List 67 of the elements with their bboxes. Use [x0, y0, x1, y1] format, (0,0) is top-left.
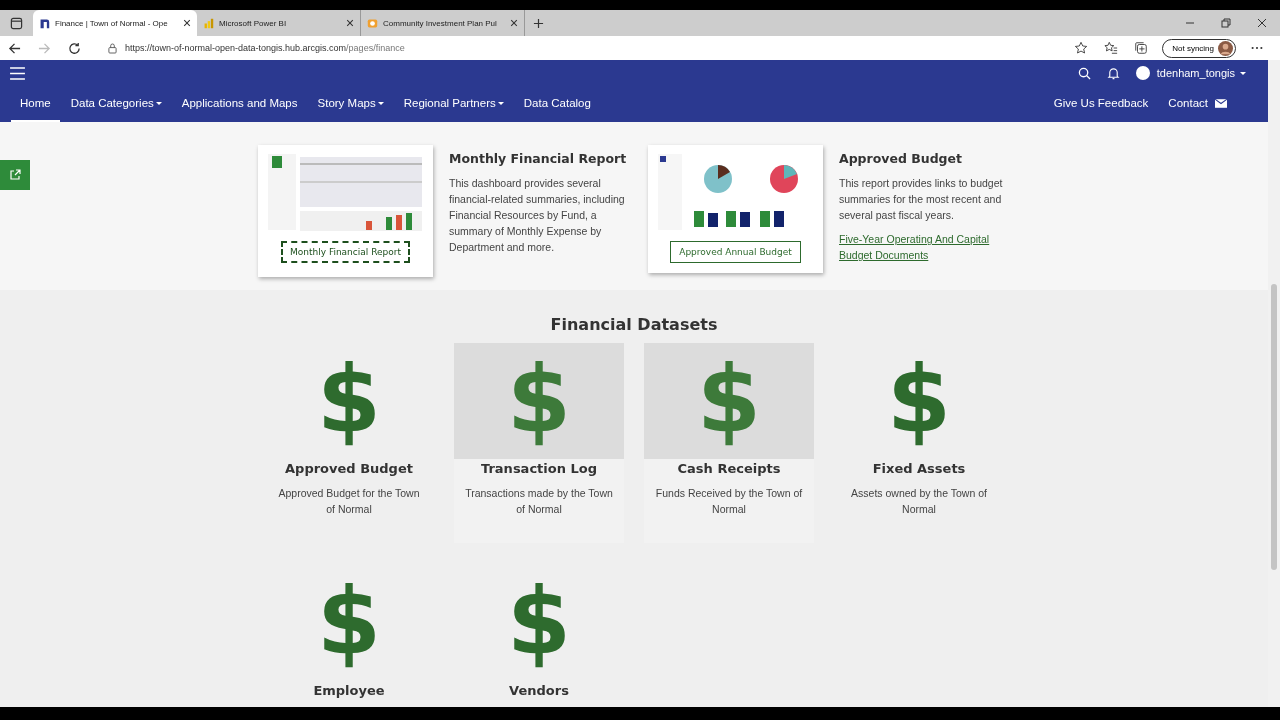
card-description: This report provides links to budget summaries for the most recent and several past fiscal years. — [839, 176, 1004, 223]
browser-tab[interactable]: Finance | Town of Normal - Ope — [33, 10, 197, 36]
dollar-icon: $ — [317, 575, 381, 671]
dataset-title: Cash Receipts — [677, 461, 781, 476]
caret-icon — [497, 101, 504, 105]
menu-icon[interactable] — [10, 66, 25, 80]
bar-chart-icon — [203, 17, 214, 29]
dataset-tile[interactable]: $ Approved Budget Approved Budget for the Town of Normal — [264, 343, 434, 543]
share-icon — [9, 169, 21, 181]
caret-icon — [1240, 71, 1246, 75]
dataset-title: Transaction Log — [481, 461, 597, 476]
nav-link[interactable]: Data Catalog — [514, 86, 600, 122]
dollar-icon: $ — [697, 353, 761, 449]
presentation-icon — [367, 17, 378, 29]
lock-icon — [108, 42, 117, 54]
address-field[interactable]: https://town-of-normal-open-data-tongis.hub.arcgis.com/pages/finance — [98, 37, 1067, 59]
dataset-title: Approved Budget — [285, 461, 413, 476]
nav-link[interactable]: Regional Partners — [394, 86, 513, 122]
share-button[interactable] — [0, 160, 30, 190]
dataset-tile[interactable]: $ Vendors — [454, 565, 624, 698]
caret-icon — [377, 101, 384, 105]
user-menu[interactable]: tdenham_tongis — [1156, 67, 1246, 79]
dataset-title: Employee — [313, 683, 385, 698]
nav-link[interactable]: Applications and Maps — [172, 86, 307, 122]
close-icon[interactable] — [183, 19, 191, 27]
dataset-description: Approved Budget for the Town of Normal — [277, 486, 421, 517]
dollar-icon: $ — [317, 353, 381, 449]
nav-link[interactable]: Data Categories — [61, 86, 171, 122]
collections-icon[interactable] — [1134, 41, 1149, 55]
add-favorite-icon[interactable] — [1074, 41, 1089, 55]
card-description: This dashboard provides several financial-related summaries, including Financial Resources by Fund, a summary of Monthly Expense by Department and more. — [449, 176, 626, 255]
dataset-description: Assets owned by the Town of Normal — [850, 486, 988, 517]
documents-link[interactable]: Five-Year Operating And Capital Budget Documents — [839, 231, 1024, 263]
nav-link[interactable]: Story Maps — [308, 86, 393, 122]
dataset-tile[interactable]: $ Fixed Assets Assets owned by the Town of Normal — [834, 343, 1004, 543]
report-button[interactable]: Monthly Financial Report — [281, 241, 410, 263]
tab-actions-icon[interactable] — [10, 17, 23, 30]
user-avatar-icon — [1135, 66, 1150, 80]
site-logo-icon — [39, 17, 50, 29]
restore-icon[interactable] — [1221, 18, 1231, 28]
dataset-tile[interactable]: $ Employee — [264, 565, 434, 698]
search-icon[interactable] — [1077, 66, 1091, 80]
avatar-icon — [1218, 40, 1233, 56]
dollar-icon: $ — [887, 353, 951, 449]
refresh-icon[interactable] — [68, 41, 81, 55]
back-icon[interactable] — [8, 41, 21, 55]
close-icon[interactable] — [1257, 18, 1267, 28]
profile-sync-button[interactable]: Not syncing — [1162, 38, 1236, 58]
dataset-description: Transactions made by the Town of Normal — [464, 486, 614, 517]
nav-link[interactable]: Contact — [1159, 86, 1236, 122]
close-icon[interactable] — [346, 19, 354, 27]
dataset-description: Funds Received by the Town of Normal — [654, 486, 804, 517]
favorites-icon[interactable] — [1104, 41, 1119, 55]
card-title: Approved Budget — [839, 151, 964, 166]
card-title: Monthly Financial Report — [449, 151, 628, 166]
nav-link[interactable]: Give Us Feedback — [1044, 86, 1158, 122]
envelope-icon — [1215, 98, 1227, 108]
dollar-icon: $ — [507, 575, 571, 671]
dollar-icon: $ — [507, 353, 571, 449]
caret-icon — [155, 101, 162, 105]
section-title: Financial Datasets — [550, 315, 718, 334]
dataset-title: Vendors — [509, 683, 569, 698]
close-icon[interactable] — [510, 19, 518, 27]
notification-bell-icon[interactable] — [1106, 66, 1120, 80]
new-tab-icon[interactable] — [533, 18, 544, 29]
report-button[interactable]: Approved Annual Budget — [670, 241, 801, 263]
dataset-title: Fixed Assets — [872, 461, 966, 476]
